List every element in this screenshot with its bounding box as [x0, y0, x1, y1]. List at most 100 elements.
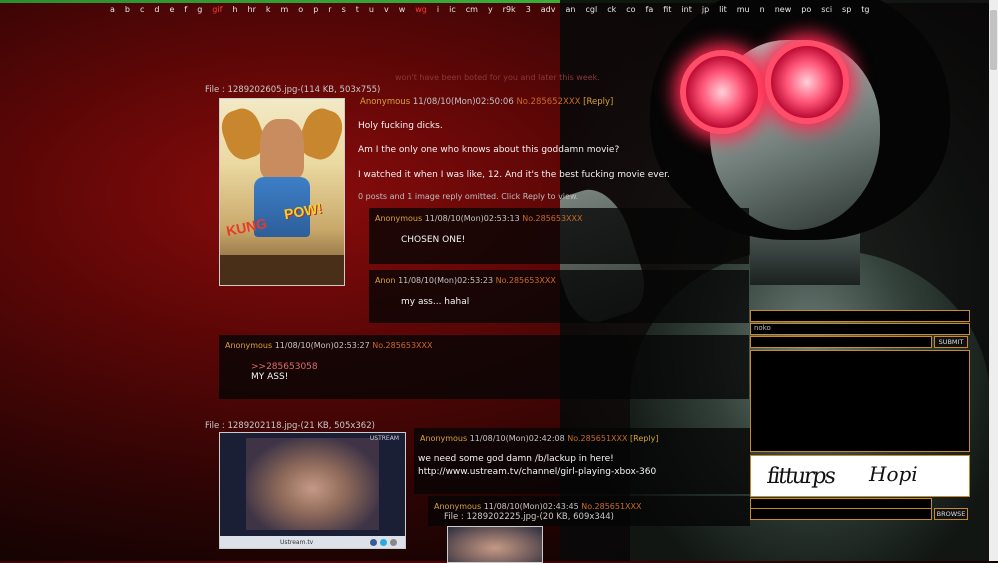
board-link-e[interactable]: e [169, 5, 174, 14]
board-link-cm[interactable]: cm [466, 5, 478, 14]
board-link-cgl[interactable]: cgl [585, 5, 597, 14]
board-link-co[interactable]: co [626, 5, 635, 14]
post-message-line: I watched it when I was like, 12. And it… [358, 170, 670, 180]
video-label: USTREAM [369, 435, 399, 442]
board-link-sp[interactable]: sp [842, 5, 851, 14]
board-link-a[interactable]: a [110, 5, 115, 14]
board-link-ic[interactable]: ic [449, 5, 456, 14]
post-date: 11/08/10(Mon)02:50:06 [412, 97, 514, 107]
board-link-t[interactable]: t [356, 5, 359, 14]
reply-thumbnail[interactable] [447, 526, 543, 563]
board-link-d[interactable]: d [154, 5, 159, 14]
board-link-tg[interactable]: tg [861, 5, 869, 14]
board-link-v[interactable]: v [384, 5, 389, 14]
reply-link[interactable]: [Reply] [630, 434, 658, 443]
board-link-new[interactable]: new [775, 5, 792, 14]
board-link-w[interactable]: w [399, 5, 406, 14]
post-date: 11/08/10(Mon)02:53:27 [274, 341, 370, 350]
post-message-line: Holy fucking dicks. [358, 121, 443, 131]
file-info[interactable]: File : 1289202605.jpg-(114 KB, 503x755) [205, 85, 380, 95]
board-link-r9k[interactable]: r9k [503, 5, 516, 14]
post-thumbnail[interactable]: KUNG POW! [219, 98, 345, 286]
post-number[interactable]: No.285653XXX [522, 214, 582, 223]
post-link[interactable]: http://www.ustream.tv/channel/girl-playi… [418, 467, 656, 477]
site-notice: won't have been boted for you and later … [395, 73, 600, 82]
board-link-s[interactable]: s [342, 5, 346, 14]
reply-post: Anonymous 11/08/10(Mon)02:43:45 No.28565… [428, 496, 750, 526]
submit-button[interactable]: SUBMIT [934, 336, 968, 348]
poster-name: Anonymous [375, 214, 423, 223]
reply-post: Anonymous 11/08/10(Mon)02:53:27 No.28565… [219, 335, 749, 399]
board-link-u[interactable]: u [369, 5, 374, 14]
board-link-lit[interactable]: lit [719, 5, 727, 14]
board-link-3[interactable]: 3 [526, 5, 531, 14]
post-header: Anonymous 11/08/10(Mon)02:50:06 No.28565… [360, 97, 613, 107]
post-date: 11/08/10(Mon)02:42:08 [469, 434, 565, 443]
board-link-ck[interactable]: ck [607, 5, 616, 14]
name-field[interactable] [750, 310, 970, 322]
captcha-word: Hopi [869, 462, 918, 486]
poster-name: Anonymous [225, 341, 273, 350]
post-number[interactable]: No.285651XXX [567, 434, 627, 443]
board-link-fa[interactable]: fa [646, 5, 654, 14]
email-field[interactable]: noko [750, 323, 970, 335]
board-link-h[interactable]: h [232, 5, 237, 14]
scrollbar[interactable] [989, 0, 998, 561]
post-number[interactable]: No.285653XXX [496, 276, 556, 285]
reply-link[interactable]: [Reply] [583, 97, 613, 107]
omitted-notice: 0 posts and 1 image reply omitted. Click… [358, 192, 579, 201]
board-link-m[interactable]: m [281, 5, 289, 14]
board-link-sci[interactable]: sci [821, 5, 832, 14]
board-link-gif[interactable]: gif [212, 5, 222, 14]
captcha-word: fitturps [765, 464, 836, 489]
post-message-line: Am I the only one who knows about this g… [358, 145, 620, 155]
board-link-po[interactable]: po [801, 5, 811, 14]
post-message-line: we need some god damn /b/lackup in here! [418, 454, 614, 464]
post-date: 11/08/10(Mon)02:53:13 [424, 214, 520, 223]
board-link-y[interactable]: y [488, 5, 493, 14]
board-link-mu[interactable]: mu [737, 5, 750, 14]
post-number[interactable]: No.285651XXX [581, 502, 641, 511]
board-link-c[interactable]: c [140, 5, 144, 14]
board-link-wg[interactable]: wg [415, 5, 427, 14]
board-link-jp[interactable]: jp [702, 5, 709, 14]
share-icon [390, 539, 397, 546]
board-link-int[interactable]: int [681, 5, 691, 14]
reply-post: Anonymous 11/08/10(Mon)02:53:13 No.28565… [369, 208, 749, 264]
board-link-b[interactable]: b [125, 5, 130, 14]
board-link-f[interactable]: f [184, 5, 187, 14]
subject-field[interactable] [750, 336, 932, 348]
board-link-adv[interactable]: adv [541, 5, 556, 14]
post-date: 11/08/10(Mon)02:53:23 [398, 276, 494, 285]
board-link-hr[interactable]: hr [248, 5, 256, 14]
post-number[interactable]: No.285653XXX [372, 341, 432, 350]
file-info[interactable]: File : 1289202118.jpg-(21 KB, 505x362) [205, 421, 375, 431]
board-link-fit[interactable]: fit [663, 5, 671, 14]
post-date: 11/08/10(Mon)02:43:45 [483, 502, 579, 511]
email-value: noko [754, 324, 771, 332]
board-link-o[interactable]: o [298, 5, 303, 14]
board-link-r[interactable]: r [328, 5, 331, 14]
board-link-i[interactable]: i [437, 5, 439, 14]
board-link-k[interactable]: k [266, 5, 271, 14]
board-link-an[interactable]: an [566, 5, 576, 14]
board-link-p[interactable]: p [313, 5, 318, 14]
video-bar-text: Ustream.tv [280, 539, 314, 546]
reply-message: my ass... hahal [401, 297, 470, 307]
file-field[interactable] [750, 508, 932, 520]
browse-button[interactable]: BROWSE [934, 508, 968, 520]
board-link-g[interactable]: g [197, 5, 202, 14]
board-link-n[interactable]: n [760, 5, 765, 14]
post-thumbnail[interactable]: USTREAM Ustream.tv [219, 432, 406, 549]
comment-field[interactable] [750, 350, 970, 452]
poster-name: Anonymous [420, 434, 468, 443]
quote-link[interactable]: >>285653058 [251, 362, 318, 372]
reply-text: MY ASS! [251, 372, 289, 382]
post-number[interactable]: No.285652XXX [516, 97, 580, 107]
poster-name: Anonymous [360, 97, 411, 107]
board-navigation: a b c d e f g gif h hr k m o p r s t u v w wg i ic cm y r9k 3 adv an… [110, 5, 870, 17]
poster-name: Anonymous [434, 502, 482, 511]
goggle-right [765, 40, 849, 124]
reply-message: CHOSEN ONE! [401, 235, 466, 245]
file-info[interactable]: File : 1289202225.jpg-(20 KB, 609x344) [444, 512, 614, 522]
